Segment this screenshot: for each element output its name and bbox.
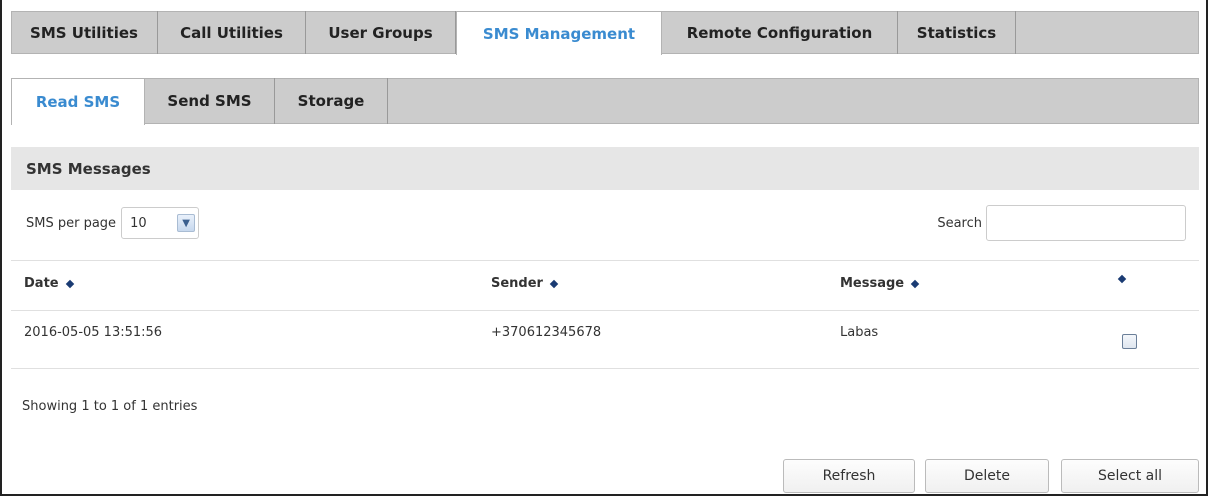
window-frame xyxy=(0,0,1208,496)
tab-remote-configuration[interactable]: Remote Configuration xyxy=(662,11,898,54)
divider xyxy=(11,310,1199,311)
column-header-label: Sender xyxy=(491,276,543,291)
select-all-button[interactable]: Select all xyxy=(1061,459,1199,493)
column-header-label: Message xyxy=(840,276,905,291)
tab-read-sms[interactable]: Read SMS xyxy=(11,78,145,125)
tab-call-utilities[interactable]: Call Utilities xyxy=(158,11,306,54)
chevron-down-icon: ▼ xyxy=(177,214,196,232)
sort-icon xyxy=(910,279,920,288)
column-header-select[interactable] xyxy=(1117,274,1127,284)
per-page-control: SMS per page 10 ▼ xyxy=(26,207,200,239)
column-header-sender[interactable]: Sender xyxy=(491,276,559,291)
divider xyxy=(11,368,1199,369)
refresh-button[interactable]: Refresh xyxy=(783,459,915,493)
tab-sms-utilities[interactable]: SMS Utilities xyxy=(11,11,158,54)
search-input[interactable] xyxy=(986,205,1186,241)
entries-info: Showing 1 to 1 of 1 entries xyxy=(22,399,198,414)
delete-button[interactable]: Delete xyxy=(925,459,1049,493)
sort-icon xyxy=(549,279,559,288)
cell-sender: +370612345678 xyxy=(491,325,602,340)
tab-sms-management[interactable]: SMS Management xyxy=(456,11,662,55)
sort-icon xyxy=(1117,274,1127,284)
search-control: Search xyxy=(937,205,1186,241)
main-tab-bar: SMS Utilities Call Utilities User Groups… xyxy=(11,11,1199,55)
sub-tab-bar: Read SMS Send SMS Storage xyxy=(11,78,1199,125)
per-page-value: 10 xyxy=(130,215,147,231)
cell-date: 2016-05-05 13:51:56 xyxy=(24,325,163,340)
search-label: Search xyxy=(937,215,982,231)
tab-user-groups[interactable]: User Groups xyxy=(306,11,456,54)
per-page-select[interactable]: 10 ▼ xyxy=(121,207,200,239)
per-page-label: SMS per page xyxy=(26,215,117,231)
tab-statistics[interactable]: Statistics xyxy=(898,11,1016,54)
column-header-message[interactable]: Message xyxy=(840,276,920,291)
row-select-checkbox[interactable] xyxy=(1122,334,1137,349)
column-header-date[interactable]: Date xyxy=(24,276,74,291)
cell-message: Labas xyxy=(840,325,879,340)
column-header-label: Date xyxy=(24,276,59,291)
sort-icon xyxy=(65,279,74,288)
divider xyxy=(11,260,1199,261)
tab-send-sms[interactable]: Send SMS xyxy=(145,78,275,124)
section-title: SMS Messages xyxy=(11,147,1199,190)
tab-storage[interactable]: Storage xyxy=(275,78,388,124)
